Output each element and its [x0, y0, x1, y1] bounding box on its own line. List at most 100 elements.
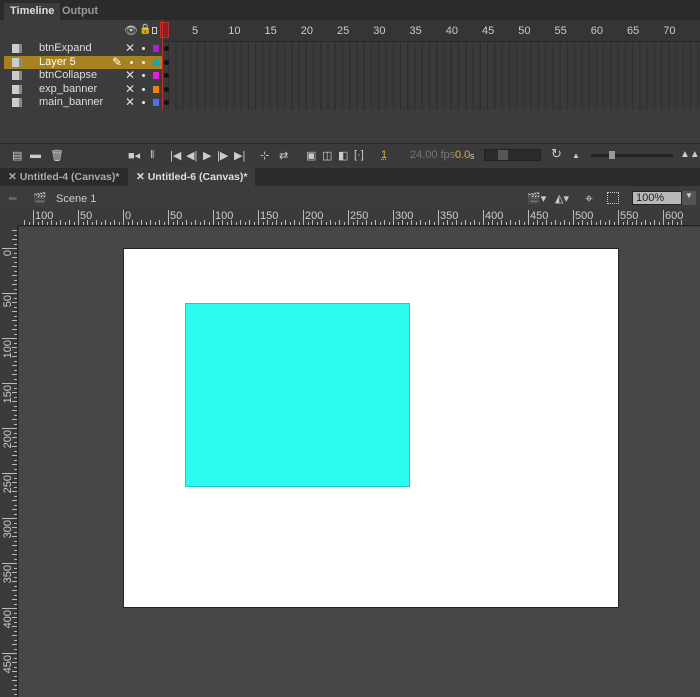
- ruler-tick: [14, 567, 17, 569]
- edit-symbols-icon[interactable]: ◭▾: [555, 192, 569, 205]
- delete-icon[interactable]: 🗑: [50, 149, 64, 162]
- next-frame-icon[interactable]: |▶: [217, 149, 228, 162]
- layer-name[interactable]: btnCollapse: [39, 69, 97, 81]
- new-folder-icon[interactable]: ▬: [30, 149, 41, 161]
- frame-ruler[interactable]: 1510152025303540455055606570: [162, 20, 700, 42]
- close-icon[interactable]: ✕: [8, 171, 20, 183]
- doc-tab-untitled-4[interactable]: ✕ Untitled-4 (Canvas)*: [0, 168, 127, 186]
- ruler-label: 500: [575, 210, 594, 222]
- lock-icon[interactable]: 🔒: [139, 24, 151, 35]
- frame-number[interactable]: 55: [555, 25, 567, 37]
- layer-name[interactable]: btnExpand: [39, 42, 92, 54]
- frame-number[interactable]: 25: [337, 25, 349, 37]
- ruler-tick: [14, 279, 17, 281]
- visible-dot[interactable]: [130, 60, 133, 64]
- frame-number[interactable]: 60: [591, 25, 603, 37]
- layer-depth-icon[interactable]: ‖: [150, 149, 155, 161]
- layer-color-swatch[interactable]: [153, 45, 159, 52]
- outline-icon[interactable]: [152, 27, 157, 34]
- layer-row[interactable]: exp_banner ✕: [4, 82, 162, 96]
- elapsed-time[interactable]: 0.0: [455, 149, 470, 161]
- ruler-tick: [519, 220, 520, 225]
- zoom-field[interactable]: 100%: [632, 191, 682, 205]
- last-frame-icon[interactable]: ▶|: [234, 149, 245, 162]
- hidden-x-icon[interactable]: ✕: [125, 95, 135, 109]
- layer-color-swatch[interactable]: [153, 85, 159, 93]
- layer-name[interactable]: Layer 5: [39, 56, 76, 68]
- slider-thumb[interactable]: [609, 151, 615, 159]
- first-frame-icon[interactable]: |◀: [170, 149, 181, 162]
- lock-dot[interactable]: [142, 47, 145, 50]
- hidden-x-icon[interactable]: ✕: [125, 41, 135, 55]
- ruler-tick: [12, 689, 17, 690]
- edit-scene-icon[interactable]: 🎬▾: [527, 192, 546, 205]
- ruler-tick: [14, 351, 17, 353]
- lock-dot[interactable]: [142, 60, 145, 64]
- back-arrow-icon[interactable]: ⬅: [8, 192, 17, 205]
- tab-timeline[interactable]: Timeline: [4, 3, 61, 20]
- onion-outline-icon[interactable]: ◫: [322, 149, 332, 162]
- frame-number[interactable]: 45: [482, 25, 494, 37]
- layer-icon: [12, 57, 22, 67]
- ruler-label: 300: [395, 210, 414, 222]
- lock-dot[interactable]: [142, 74, 145, 77]
- ruler-tick: [465, 220, 466, 225]
- new-layer-icon[interactable]: ▤: [12, 149, 22, 162]
- stage[interactable]: [123, 248, 619, 608]
- layer-color-swatch[interactable]: [153, 99, 159, 106]
- scrollbar-thumb[interactable]: [498, 150, 508, 160]
- lock-dot[interactable]: [142, 101, 145, 104]
- ruler-tick: [2, 383, 17, 384]
- cyan-rectangle-shape[interactable]: [185, 303, 410, 487]
- onion-markers-icon[interactable]: [·]: [354, 149, 364, 161]
- center-frame-icon[interactable]: ⊹: [260, 149, 269, 162]
- prev-frame-icon[interactable]: ◀|: [186, 149, 197, 162]
- frame-number[interactable]: 15: [265, 25, 277, 37]
- timeline-scrollbar[interactable]: [484, 149, 541, 161]
- current-frame[interactable]: 1: [381, 149, 387, 161]
- doc-tab-untitled-6[interactable]: ✕ Untitled-6 (Canvas)*: [128, 168, 256, 186]
- close-icon[interactable]: ✕: [136, 171, 148, 183]
- tab-output[interactable]: Output: [56, 3, 104, 20]
- frame-number[interactable]: 40: [446, 25, 458, 37]
- clip-content-icon[interactable]: [607, 192, 619, 204]
- play-icon[interactable]: ▶: [203, 149, 211, 162]
- hidden-x-icon[interactable]: ✕: [125, 68, 135, 82]
- frame-number[interactable]: 35: [410, 25, 422, 37]
- edit-multiple-icon[interactable]: ◧: [338, 149, 348, 162]
- layer-color-swatch[interactable]: [153, 58, 159, 66]
- layer-color-swatch[interactable]: [153, 72, 159, 79]
- frame-number[interactable]: 50: [518, 25, 530, 37]
- playhead[interactable]: [162, 20, 169, 110]
- layer-row[interactable]: Layer 5 ✎: [4, 55, 162, 69]
- lock-dot[interactable]: [142, 87, 145, 91]
- camera-icon[interactable]: ■◂: [128, 149, 140, 162]
- layer-row[interactable]: btnExpand ✕: [4, 41, 162, 55]
- fps[interactable]: 24.00 fps: [410, 149, 455, 161]
- ruler-tick: [631, 222, 633, 225]
- frame-number[interactable]: 30: [373, 25, 385, 37]
- zoom-dropdown-icon[interactable]: ▼: [682, 191, 696, 205]
- small-frames-icon: ▲: [572, 151, 580, 160]
- frame-number[interactable]: 5: [192, 25, 198, 37]
- layer-name[interactable]: main_banner: [39, 96, 103, 108]
- frame-size-slider[interactable]: [591, 151, 673, 159]
- onion-skin-icon[interactable]: ▣: [306, 149, 316, 162]
- loop-icon[interactable]: ⇄: [279, 149, 288, 162]
- layer-row[interactable]: main_banner ✕: [4, 95, 162, 109]
- scene-label[interactable]: Scene 1: [56, 193, 96, 205]
- layer-row[interactable]: btnCollapse ✕: [4, 68, 162, 82]
- frame-number[interactable]: 10: [228, 25, 240, 37]
- center-stage-icon[interactable]: ⌖: [585, 190, 593, 207]
- frame-number[interactable]: 20: [301, 25, 313, 37]
- loop-playback-icon[interactable]: ↻: [551, 146, 562, 162]
- ruler-tick: [541, 222, 543, 225]
- eye-icon[interactable]: 👁: [124, 24, 138, 37]
- ruler-tick: [12, 599, 17, 600]
- hidden-x-icon[interactable]: ✕: [125, 82, 135, 96]
- layer-name[interactable]: exp_banner: [39, 83, 97, 95]
- frame-number[interactable]: 65: [627, 25, 639, 37]
- frame-number[interactable]: 70: [663, 25, 675, 37]
- document-tabs: ✕ Untitled-4 (Canvas)* ✕ Untitled-6 (Can…: [0, 168, 700, 186]
- ruler-tick: [595, 222, 597, 225]
